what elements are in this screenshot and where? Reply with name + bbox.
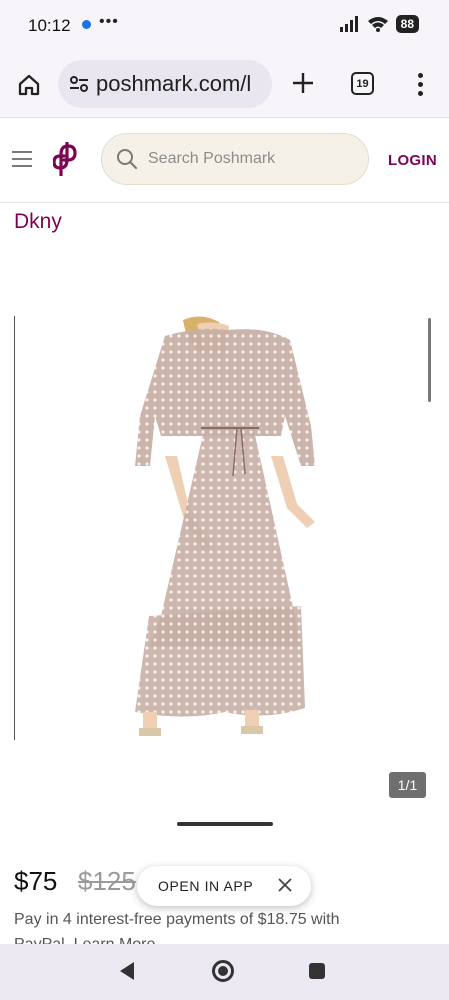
search-placeholder: Search Poshmark	[148, 150, 276, 167]
status-more-icon: •••	[99, 13, 119, 30]
product-image[interactable]	[14, 316, 434, 740]
search-input[interactable]: Search Poshmark	[101, 133, 369, 185]
image-scrollbar[interactable]	[428, 318, 431, 402]
tabs-icon[interactable]: 19	[351, 72, 374, 95]
home-button[interactable]	[14, 70, 44, 100]
more-vert-icon[interactable]	[408, 67, 432, 101]
dress-image	[135, 316, 315, 736]
home-circle-icon[interactable]	[212, 960, 234, 982]
open-in-app-button[interactable]: OPEN IN APP	[158, 878, 253, 894]
close-icon[interactable]	[277, 877, 293, 893]
url-text[interactable]: poshmark.com/l	[96, 71, 251, 97]
search-icon	[117, 149, 138, 170]
poshmark-logo[interactable]	[53, 142, 79, 176]
image-counter: 1/1	[389, 772, 426, 798]
browser-toolbar: poshmark.com/l 19	[0, 50, 449, 118]
status-indicators: 88	[339, 15, 419, 33]
battery-indicator: 88	[395, 15, 419, 33]
back-icon[interactable]	[120, 962, 134, 980]
notification-icon	[82, 20, 91, 29]
status-bar: 10:12 ••• 88	[0, 0, 449, 50]
home-icon	[18, 74, 40, 96]
system-nav-bar	[0, 944, 449, 1000]
tune-icon[interactable]	[68, 73, 90, 95]
carousel-indicator[interactable]	[177, 822, 273, 826]
installments-text: Pay in 4 interest-free payments of $18.7…	[14, 911, 340, 928]
signal-icon	[339, 16, 358, 32]
plus-icon	[293, 73, 313, 93]
site-header: Search Poshmark LOGIN	[0, 119, 449, 203]
price: $75	[14, 866, 58, 896]
new-tab-button[interactable]	[288, 68, 318, 98]
wifi-icon	[367, 17, 388, 32]
recent-apps-icon[interactable]	[309, 963, 325, 979]
open-in-app-banner[interactable]: OPEN IN APP	[137, 866, 311, 906]
address-bar[interactable]: poshmark.com/l	[58, 60, 272, 108]
login-link[interactable]: LOGIN	[388, 152, 437, 169]
status-time: 10:12	[28, 16, 71, 35]
brand-link[interactable]: Dkny	[14, 210, 62, 234]
original-price: $125	[78, 866, 136, 896]
hamburger-icon[interactable]	[12, 151, 32, 167]
